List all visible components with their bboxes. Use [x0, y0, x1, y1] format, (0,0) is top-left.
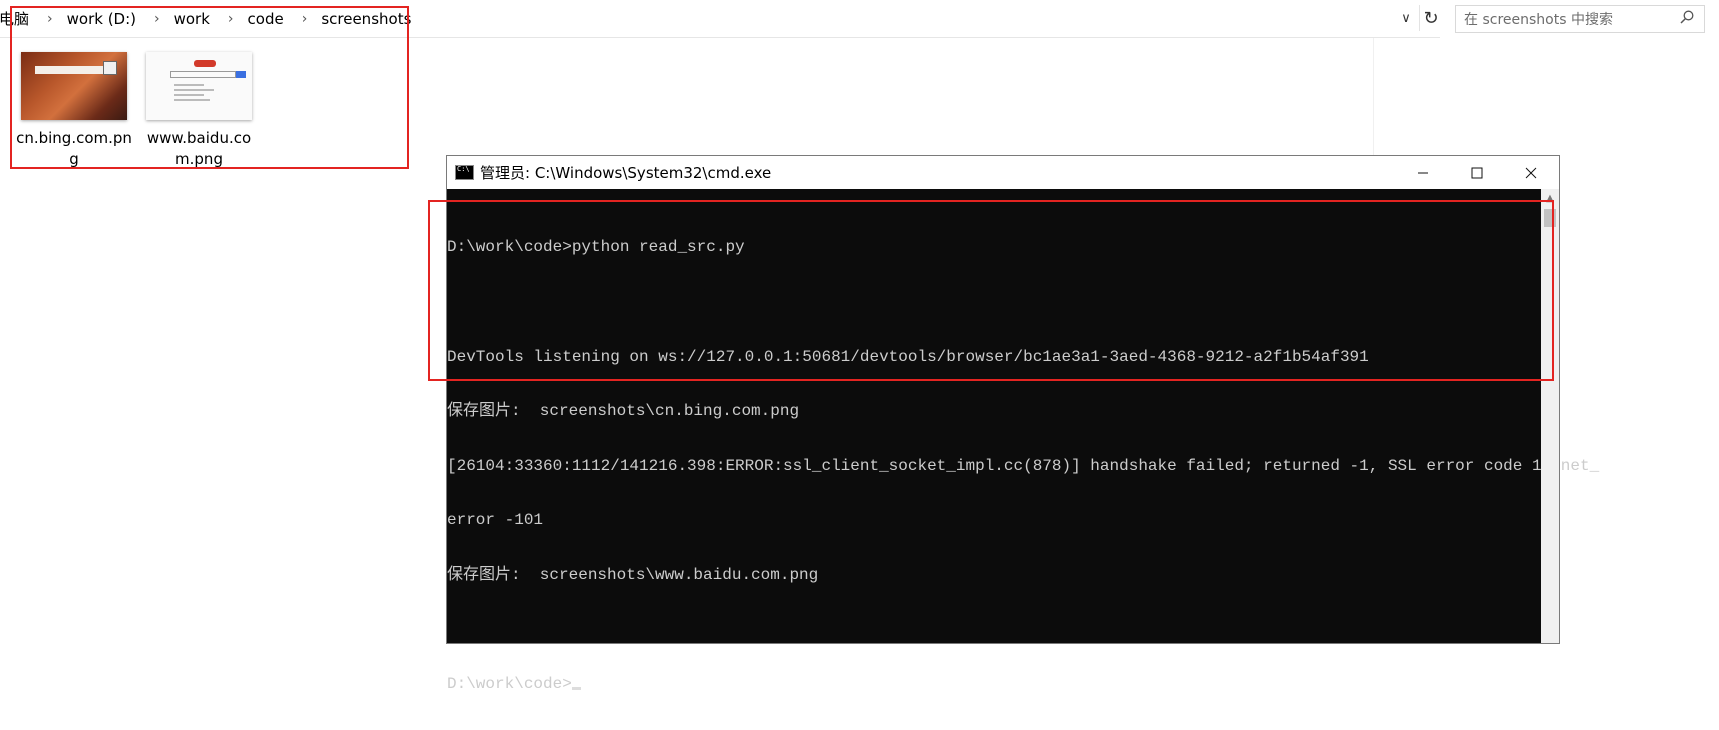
cmd-window[interactable]: 管理员: C:\Windows\System32\cmd.exe D:\work…	[446, 155, 1599, 693]
address-bar[interactable]: 电脑 › work (D:) › work › code › screensho…	[0, 0, 1440, 38]
file-item-baidu[interactable]: www.baidu.co m.png	[139, 52, 259, 170]
maximize-icon	[1471, 167, 1483, 178]
breadcrumb-screenshots[interactable]: screenshots	[321, 10, 411, 28]
cmd-titlebar[interactable]: 管理员: C:\Windows\System32\cmd.exe	[447, 156, 1559, 189]
cmd-icon[interactable]	[455, 165, 474, 180]
minimize-icon	[1418, 172, 1428, 173]
chevron-down-icon[interactable]: ∨	[1395, 5, 1417, 31]
console-line: D:\work\code>python read_src.py	[447, 238, 745, 257]
console-line: error -101	[447, 511, 544, 530]
file-name-line: g	[69, 150, 79, 168]
text-cursor	[571, 687, 581, 691]
chevron-right-icon[interactable]: ›	[154, 11, 160, 27]
search-icon[interactable]	[1680, 10, 1694, 24]
console-line: DevTools listening on ws://127.0.0.1:506…	[447, 347, 1369, 366]
maximize-button[interactable]	[1451, 156, 1503, 189]
search-input[interactable]: 在 screenshots 中搜索	[1455, 5, 1705, 33]
console-line: 保存图片: screenshots\cn.bing.com.png	[447, 402, 800, 421]
scrollbar-thumb[interactable]	[1544, 209, 1556, 227]
console-output[interactable]: D:\work\code>python read_src.py DevTools…	[447, 202, 1600, 730]
breadcrumb-work-drive[interactable]: work (D:)	[67, 10, 136, 28]
close-icon	[1525, 167, 1537, 178]
search-placeholder: 在 screenshots 中搜索	[1464, 12, 1613, 28]
scroll-up-icon[interactable]: ▲	[1541, 193, 1559, 204]
refresh-icon[interactable]: ↻	[1419, 5, 1442, 31]
console-line: 保存图片: screenshots\www.baidu.com.png	[447, 565, 819, 584]
cmd-title: 管理员: C:\Windows\System32\cmd.exe	[480, 164, 772, 182]
file-name-line: m.png	[175, 150, 223, 168]
chevron-right-icon[interactable]: ›	[47, 11, 53, 27]
file-thumbnail	[146, 52, 252, 120]
breadcrumb-code[interactable]: code	[248, 10, 284, 28]
file-name-line: www.baidu.co	[146, 129, 252, 147]
chevron-right-icon[interactable]: ›	[228, 11, 234, 27]
file-thumbnail	[21, 52, 127, 120]
breadcrumb-pc[interactable]: 电脑	[0, 8, 29, 29]
console-line: [26104:33360:1112/141216.398:ERROR:ssl_c…	[447, 456, 1600, 475]
minimize-button[interactable]	[1397, 156, 1449, 189]
close-button[interactable]	[1505, 156, 1557, 189]
scrollbar[interactable]: ▲	[1541, 189, 1559, 643]
file-item-bing[interactable]: cn.bing.com.pn g	[14, 52, 134, 170]
breadcrumb-work[interactable]: work	[174, 10, 210, 28]
console-prompt-line: D:\work\code>	[447, 675, 1541, 693]
file-name-line: cn.bing.com.pn	[16, 129, 132, 147]
console-prompt: D:\work\code>	[447, 675, 572, 694]
chevron-right-icon[interactable]: ›	[302, 11, 308, 27]
